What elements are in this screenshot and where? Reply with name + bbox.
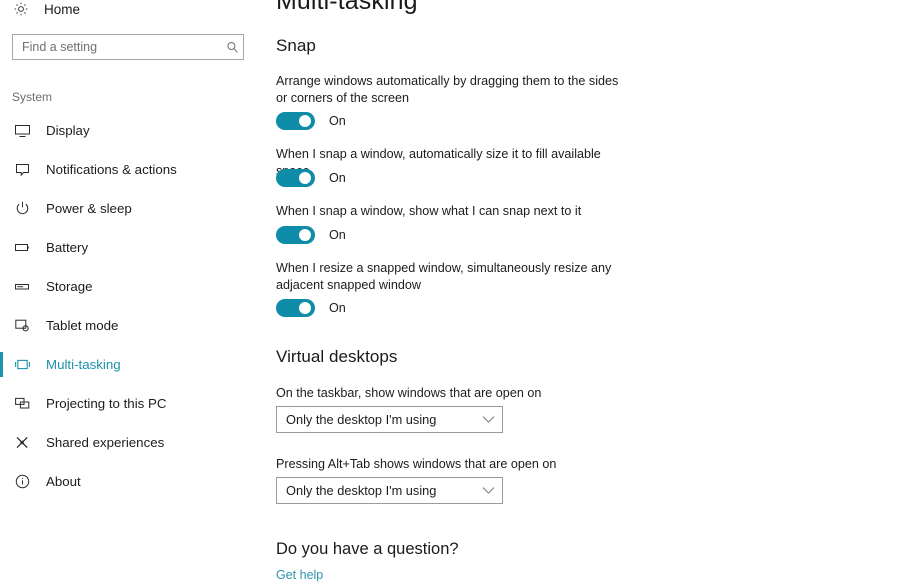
taskbar-windows-dropdown[interactable]: Only the desktop I'm using: [276, 406, 503, 433]
share-icon: [12, 433, 32, 453]
taskbar-windows-dropdown-value: Only the desktop I'm using: [286, 412, 437, 427]
notification-icon: [12, 160, 32, 180]
sidebar-item-projecting-to-this-pc[interactable]: Projecting to this PC: [0, 391, 265, 416]
snap-setting-0-toggle-row: On: [276, 112, 346, 130]
gear-icon: [12, 0, 30, 18]
snap-setting-3-toggle-row: On: [276, 299, 346, 317]
sidebar-item-label: About: [46, 474, 81, 489]
toggle-knob: [299, 229, 311, 241]
search-box[interactable]: [12, 34, 244, 60]
storage-icon: [12, 277, 32, 297]
search-input[interactable]: [13, 35, 221, 59]
sidebar: Home System Display: [0, 0, 265, 587]
sidebar-group-label: System: [12, 90, 53, 104]
sidebar-item-shared-experiences[interactable]: Shared experiences: [0, 430, 265, 455]
search-icon: [221, 40, 243, 55]
chevron-down-icon: [474, 415, 502, 424]
settings-window: Home System Display: [0, 0, 910, 587]
selection-indicator: [0, 352, 3, 377]
snap-setting-1-toggle-row: On: [276, 169, 346, 187]
snap-setting-0-caption: Arrange windows automatically by draggin…: [276, 74, 619, 105]
snap-setting-2-toggle-row: On: [276, 226, 346, 244]
sidebar-item-label: Notifications & actions: [46, 162, 177, 177]
sidebar-item-label: Projecting to this PC: [46, 396, 167, 411]
projecting-icon: [12, 394, 32, 414]
monitor-icon: [12, 121, 32, 141]
toggle-knob: [299, 302, 311, 314]
power-icon: [12, 199, 32, 219]
sidebar-item-power-sleep[interactable]: Power & sleep: [0, 196, 265, 221]
sidebar-item-notifications-actions[interactable]: Notifications & actions: [0, 157, 265, 182]
section-heading-snap: Snap: [276, 36, 316, 55]
snap-setting-0-state: On: [329, 114, 346, 128]
snap-setting-3-toggle[interactable]: [276, 299, 315, 317]
toggle-knob: [299, 172, 311, 184]
main-content: Multi-tasking Snap Arrange windows autom…: [265, 0, 910, 587]
alt-tab-windows-dropdown-value: Only the desktop I'm using: [286, 483, 437, 498]
sidebar-nav: Display Notifications & actions Power & …: [0, 118, 265, 508]
snap-setting-2-toggle[interactable]: [276, 226, 315, 244]
sidebar-item-home-label: Home: [44, 1, 81, 17]
snap-setting-3-state: On: [329, 301, 346, 315]
sidebar-item-display[interactable]: Display: [0, 118, 265, 143]
info-icon: [12, 472, 32, 492]
sidebar-item-label: Power & sleep: [46, 201, 132, 216]
help-heading: Do you have a question?: [276, 540, 459, 558]
get-help-link[interactable]: Get help: [276, 568, 323, 582]
sidebar-item-label: Display: [46, 123, 90, 138]
toggle-knob: [299, 115, 311, 127]
virtual-desktop-setting-1-caption: Pressing Alt+Tab shows windows that are …: [276, 457, 557, 471]
sidebar-item-label: Battery: [46, 240, 89, 255]
sidebar-item-home[interactable]: Home: [12, 0, 212, 22]
sidebar-item-label: Tablet mode: [46, 318, 119, 333]
sidebar-item-label: Shared experiences: [46, 435, 165, 450]
virtual-desktop-setting-0-caption: On the taskbar, show windows that are op…: [276, 386, 542, 400]
page-title: Multi-tasking: [276, 0, 418, 15]
snap-setting-2-caption: When I snap a window, show what I can sn…: [276, 204, 582, 218]
snap-setting-2-state: On: [329, 228, 346, 242]
alt-tab-windows-dropdown[interactable]: Only the desktop I'm using: [276, 477, 503, 504]
sidebar-item-label: Multi-tasking: [46, 357, 121, 372]
chevron-down-icon: [474, 486, 502, 495]
sidebar-item-label: Storage: [46, 279, 93, 294]
snap-setting-1-toggle[interactable]: [276, 169, 315, 187]
section-heading-virtual-desktops: Virtual desktops: [276, 347, 398, 366]
multitasking-icon: [12, 355, 32, 375]
snap-setting-0-toggle[interactable]: [276, 112, 315, 130]
sidebar-item-battery[interactable]: Battery: [0, 235, 265, 260]
battery-icon: [12, 238, 32, 258]
snap-setting-3-caption: When I resize a snapped window, simultan…: [276, 261, 612, 292]
sidebar-item-tablet-mode[interactable]: Tablet mode: [0, 313, 265, 338]
snap-setting-1-state: On: [329, 171, 346, 185]
sidebar-item-multi-tasking[interactable]: Multi-tasking: [0, 352, 265, 377]
sidebar-item-about[interactable]: About: [0, 469, 265, 494]
tablet-icon: [12, 316, 32, 336]
sidebar-item-storage[interactable]: Storage: [0, 274, 265, 299]
